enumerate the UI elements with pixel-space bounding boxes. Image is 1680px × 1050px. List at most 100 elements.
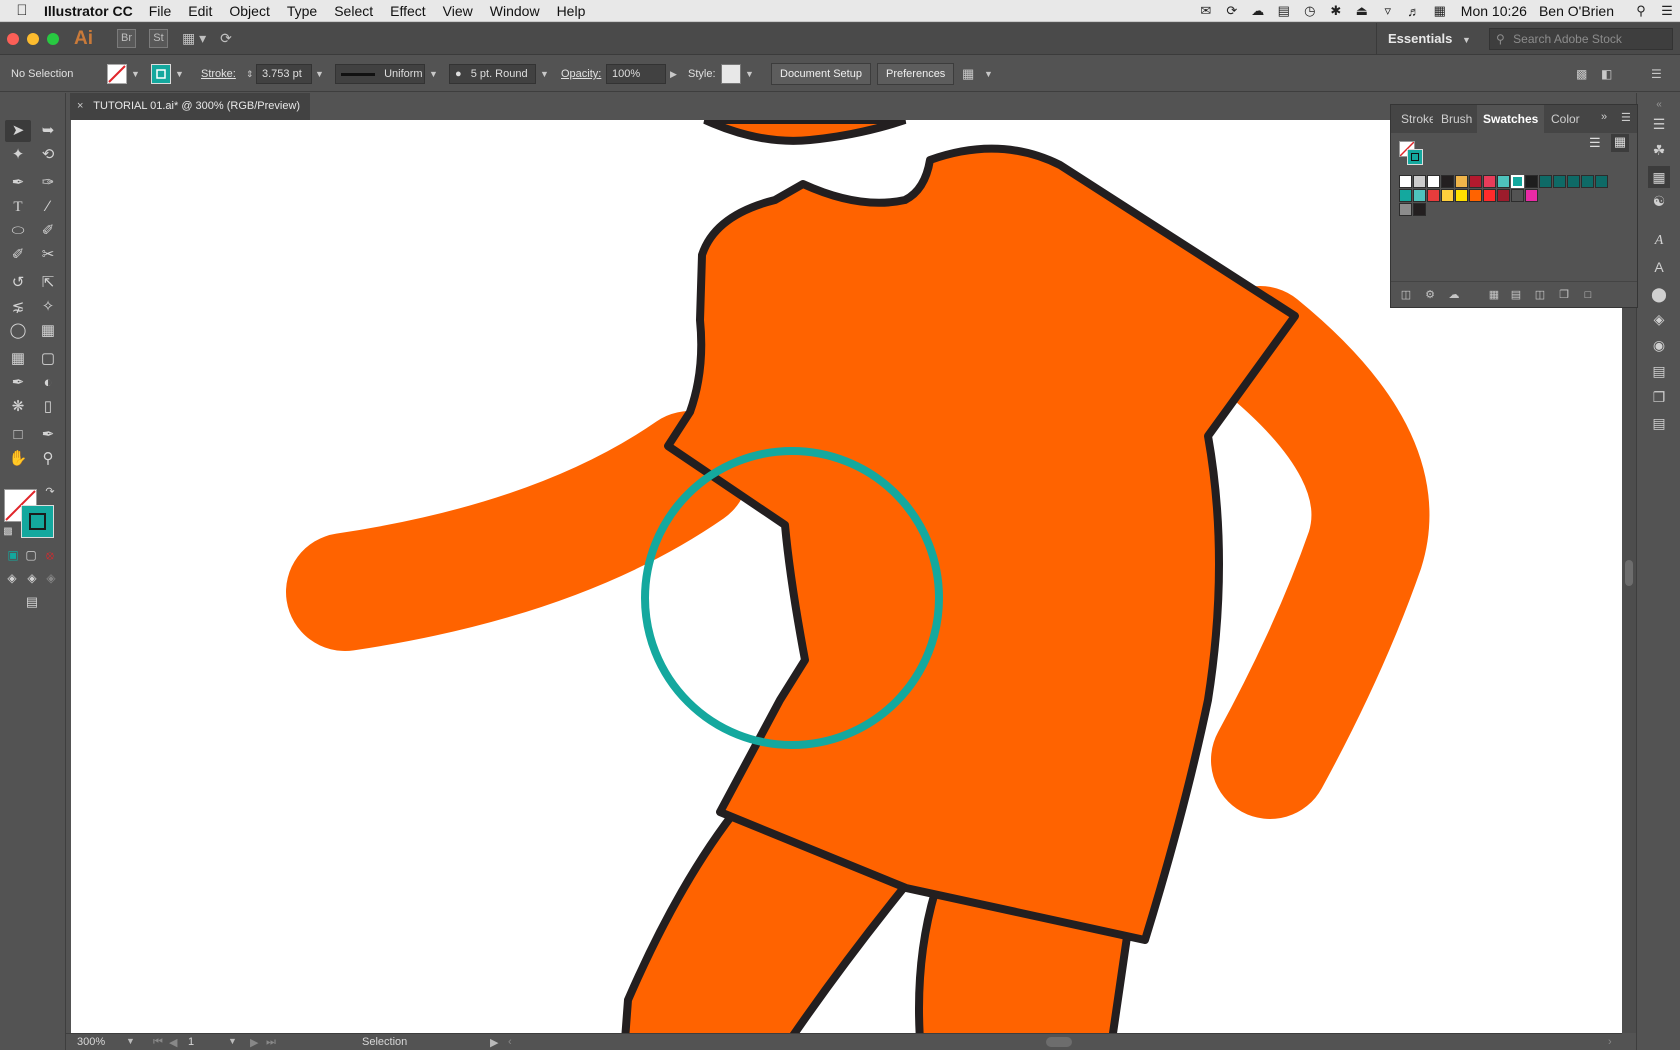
zoom-tool-icon[interactable]: ⚲: [35, 448, 61, 470]
opacity-label[interactable]: Opacity:: [561, 64, 601, 84]
menu-view[interactable]: View: [443, 3, 473, 19]
shaper-tool-icon[interactable]: ✐: [5, 244, 31, 266]
mesh-tool-icon[interactable]: ▦: [5, 348, 31, 370]
swatch-gray[interactable]: [1511, 189, 1524, 202]
vertical-scroll-thumb[interactable]: [1625, 560, 1633, 586]
rotate-tool-icon[interactable]: ↺: [5, 272, 31, 294]
chevron-down-icon[interactable]: ▼: [126, 1036, 135, 1046]
artboard-tool-icon[interactable]: □: [5, 424, 31, 446]
hand-tool-icon[interactable]: ✋: [5, 448, 31, 470]
scroll-right-icon[interactable]: ›: [1608, 1036, 1612, 1048]
document-tab[interactable]: × TUTORIAL 01.ai* @ 300% (RGB/Preview): [70, 93, 310, 120]
none-mode-icon[interactable]: ⦻: [42, 544, 58, 566]
tab-swatches[interactable]: Swatches: [1477, 105, 1545, 133]
trash-icon[interactable]: □: [1579, 286, 1597, 304]
align-icon[interactable]: ▩: [1576, 64, 1587, 84]
swatch-light-teal-2[interactable]: [1413, 189, 1426, 202]
menu-effect[interactable]: Effect: [390, 3, 426, 19]
chevron-down-icon[interactable]: ▼: [315, 64, 324, 84]
scroll-left-icon[interactable]: ‹: [508, 1036, 512, 1048]
swatch-black-2[interactable]: [1413, 203, 1426, 216]
scale-tool-icon[interactable]: ⇱: [35, 272, 61, 294]
close-tab-icon[interactable]: ×: [77, 100, 83, 112]
swatch-dark-teal-2[interactable]: [1553, 175, 1566, 188]
paragraph-styles-icon[interactable]: A: [1648, 256, 1670, 278]
chevron-down-icon[interactable]: ▼: [228, 1036, 237, 1046]
symbols-icon[interactable]: ☘: [1648, 139, 1670, 161]
swatch-dark-teal[interactable]: [1539, 175, 1552, 188]
zoom-window-button[interactable]: [47, 32, 59, 45]
stroke-swatch[interactable]: [151, 64, 171, 84]
layers-icon[interactable]: ◈: [1648, 308, 1670, 330]
lasso-tool-icon[interactable]: ⟲: [35, 144, 61, 166]
stock-button[interactable]: St: [149, 29, 168, 48]
color-mode-icon[interactable]: ▣: [5, 544, 21, 566]
sync-icon[interactable]: ⟳: [1219, 3, 1245, 19]
curvature-tool-icon[interactable]: ✑: [35, 172, 61, 194]
draw-inside-icon[interactable]: ◈: [42, 567, 60, 589]
column-graph-tool-icon[interactable]: ▯: [35, 396, 61, 418]
next-artboard-icon[interactable]: ▶: [250, 1036, 258, 1049]
new-color-group-icon[interactable]: ▤: [1507, 286, 1525, 304]
swatch-pink-red[interactable]: [1483, 175, 1496, 188]
brushes-icon[interactable]: ☯: [1648, 190, 1670, 212]
gpu-performance-icon[interactable]: ⟳: [220, 30, 232, 47]
opacity-input[interactable]: 100%: [606, 64, 666, 84]
thumbnail-view-icon[interactable]: ▦: [1611, 134, 1629, 152]
swatch-libraries-icon[interactable]: ◫: [1397, 286, 1415, 304]
gradient-panel-icon[interactable]: ▤: [1648, 360, 1670, 382]
previous-artboard-icon[interactable]: ◀: [169, 1036, 177, 1049]
shape-builder-tool-icon[interactable]: ◯: [5, 320, 31, 342]
minimize-window-button[interactable]: [27, 32, 39, 45]
spotlight-icon[interactable]: ⚲: [1628, 3, 1654, 19]
eject-icon[interactable]: ⏏: [1349, 3, 1375, 19]
paintbrush-tool-icon[interactable]: ✐: [35, 220, 61, 242]
input-source-icon[interactable]: ▦: [1427, 3, 1453, 19]
horizontal-scroll-thumb[interactable]: [1046, 1037, 1072, 1047]
swatch-orange[interactable]: [1469, 189, 1482, 202]
swatch-maroon[interactable]: [1497, 189, 1510, 202]
panel-stroke-indicator[interactable]: [1407, 149, 1423, 165]
control-bar-menu-icon[interactable]: ☰: [1651, 64, 1662, 84]
swatch-red[interactable]: [1427, 189, 1440, 202]
fill-swatch[interactable]: [107, 64, 127, 84]
swatch-options-icon[interactable]: ▦: [1485, 286, 1503, 304]
menu-type[interactable]: Type: [287, 3, 317, 19]
tab-stroke[interactable]: Stroke: [1395, 105, 1433, 133]
collapse-panel-icon[interactable]: »: [1601, 111, 1607, 123]
time-machine-icon[interactable]: ◷: [1297, 3, 1323, 19]
tab-color[interactable]: Color: [1545, 105, 1586, 133]
clipboard-icon[interactable]: ▤: [1271, 3, 1297, 19]
chevron-down-icon[interactable]: ▼: [540, 64, 549, 84]
pen-tool-icon[interactable]: ✒: [5, 172, 31, 194]
app-name-menu[interactable]: Illustrator CC: [44, 3, 133, 19]
default-fill-stroke-icon[interactable]: ▩: [0, 521, 16, 543]
gradient-tool-icon[interactable]: ▢: [35, 348, 61, 370]
apple-icon[interactable]: : [0, 2, 44, 19]
swatch-black[interactable]: [1441, 175, 1454, 188]
first-artboard-icon[interactable]: ⏮: [153, 1036, 163, 1049]
character-styles-icon[interactable]: A: [1648, 230, 1670, 252]
menu-window[interactable]: Window: [490, 3, 540, 19]
variable-width-profile[interactable]: Uniform: [335, 64, 425, 84]
swatch-yellow-orange[interactable]: [1455, 175, 1468, 188]
align-panel-icon[interactable]: ▤: [1648, 412, 1670, 434]
gradient-mode-icon[interactable]: ▢: [23, 544, 39, 566]
volume-icon[interactable]: ♬: [1401, 4, 1427, 19]
menu-file[interactable]: File: [149, 3, 172, 19]
graphic-style-swatch[interactable]: [721, 64, 741, 84]
selection-tool-icon[interactable]: ➤: [5, 120, 31, 142]
menubar-clock[interactable]: Mon 10:26: [1461, 3, 1527, 19]
canvas-area[interactable]: [66, 120, 1622, 1033]
draw-behind-icon[interactable]: ◈: [23, 567, 41, 589]
line-tool-icon[interactable]: ∕: [35, 196, 61, 218]
swatch-magenta[interactable]: [1525, 189, 1538, 202]
width-tool-icon[interactable]: ⋦: [5, 296, 31, 318]
stock-search-input[interactable]: ⚲ Search Adobe Stock: [1489, 28, 1673, 50]
ellipse-tool-icon[interactable]: ⬭: [5, 220, 31, 242]
chevron-down-icon[interactable]: ▼: [984, 64, 993, 84]
puppet-warp-tool-icon[interactable]: ✧: [35, 296, 61, 318]
transform-icon[interactable]: ◧: [1601, 64, 1612, 84]
swatch-kinds-icon[interactable]: ⚙: [1421, 286, 1439, 304]
swap-fill-stroke-icon[interactable]: ↷: [42, 481, 58, 503]
